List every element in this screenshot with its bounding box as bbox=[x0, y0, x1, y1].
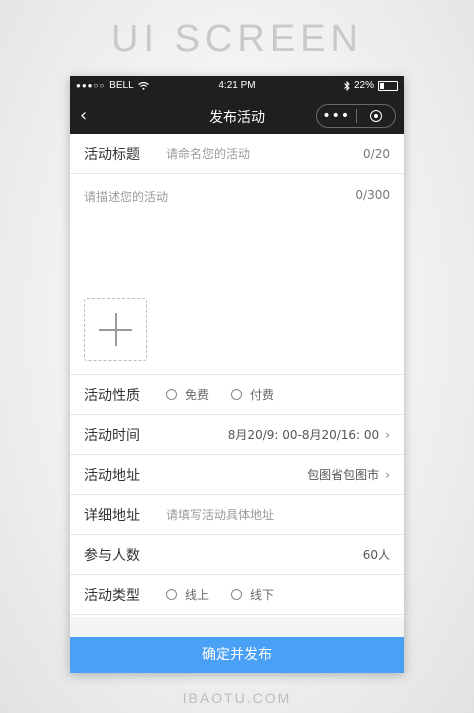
radio-icon bbox=[231, 589, 243, 600]
form: 活动标题 请命名您的活动 0/20 请描述您的活动 0/300 活动性质 免费 … bbox=[70, 134, 404, 615]
detail-address-input[interactable]: 请填写活动具体地址 bbox=[166, 506, 390, 523]
footer-watermark: IBAOTU.COM bbox=[182, 690, 292, 706]
battery-icon bbox=[378, 80, 398, 91]
status-bar: ●●●○○ BELL 4:21 PM 22% bbox=[70, 76, 404, 96]
type-option-offline-label: 线下 bbox=[250, 588, 275, 602]
nature-option-paid-label: 付费 bbox=[250, 388, 275, 402]
battery-fill bbox=[380, 82, 384, 89]
nav-bar: ‹ 发布活动 ••• bbox=[70, 96, 404, 134]
form-bottom-spacer bbox=[70, 617, 404, 637]
add-image-button[interactable] bbox=[84, 298, 147, 361]
type-option-offline[interactable]: 线下 bbox=[231, 586, 274, 603]
type-row: 活动类型 线上 线下 bbox=[70, 575, 404, 615]
target-icon bbox=[369, 110, 382, 122]
title-counter: 0/20 bbox=[363, 146, 390, 161]
bluetooth-icon bbox=[344, 80, 350, 91]
nature-option-free-label: 免费 bbox=[185, 388, 210, 402]
detail-address-label: 详细地址 bbox=[84, 507, 140, 524]
more-button[interactable]: ••• bbox=[317, 105, 356, 127]
close-button[interactable] bbox=[357, 105, 396, 127]
chevron-right-icon: › bbox=[385, 467, 390, 482]
more-icon: ••• bbox=[322, 108, 351, 124]
radio-icon bbox=[166, 589, 177, 600]
type-option-online-label: 线上 bbox=[185, 588, 210, 602]
description-counter: 0/300 bbox=[355, 188, 390, 202]
participants-label: 参与人数 bbox=[84, 547, 140, 564]
participants-value[interactable]: 60人 bbox=[166, 546, 390, 563]
mini-program-capsule: ••• bbox=[316, 104, 396, 128]
nature-option-paid[interactable]: 付费 bbox=[231, 386, 274, 403]
phone-screen: ●●●○○ BELL 4:21 PM 22% ‹ 发布活动 ••• 活动标题 请… bbox=[70, 76, 404, 673]
address-value: 包图省包图市 bbox=[307, 468, 380, 482]
nature-option-free[interactable]: 免费 bbox=[166, 386, 209, 403]
radio-icon bbox=[166, 389, 177, 400]
description-input[interactable]: 请描述您的活动 bbox=[84, 188, 168, 205]
time-value: 8月20/9: 00-8月20/16: 00 bbox=[227, 428, 380, 442]
address-row[interactable]: 活动地址 包图省包图市 › bbox=[70, 455, 404, 495]
type-label: 活动类型 bbox=[84, 587, 140, 604]
chevron-right-icon: › bbox=[385, 427, 390, 442]
time-row[interactable]: 活动时间 8月20/9: 00-8月20/16: 00 › bbox=[70, 415, 404, 455]
participants-row[interactable]: 参与人数 60人 bbox=[70, 535, 404, 575]
banner-title: UI SCREEN bbox=[111, 18, 363, 60]
title-row: 活动标题 请命名您的活动 0/20 bbox=[70, 134, 404, 174]
type-option-online[interactable]: 线上 bbox=[166, 586, 209, 603]
title-input[interactable]: 请命名您的活动 bbox=[166, 145, 363, 162]
address-label: 活动地址 bbox=[84, 467, 140, 484]
description-area[interactable]: 请描述您的活动 0/300 bbox=[70, 174, 404, 375]
detail-address-row: 详细地址 请填写活动具体地址 bbox=[70, 495, 404, 535]
title-label: 活动标题 bbox=[84, 146, 140, 163]
nature-label: 活动性质 bbox=[84, 387, 140, 404]
time-label: 活动时间 bbox=[84, 427, 140, 444]
submit-button[interactable]: 确定并发布 bbox=[70, 637, 404, 673]
radio-icon bbox=[231, 389, 243, 400]
battery-percent: 22% bbox=[353, 80, 374, 91]
nature-row: 活动性质 免费 付费 bbox=[70, 375, 404, 415]
